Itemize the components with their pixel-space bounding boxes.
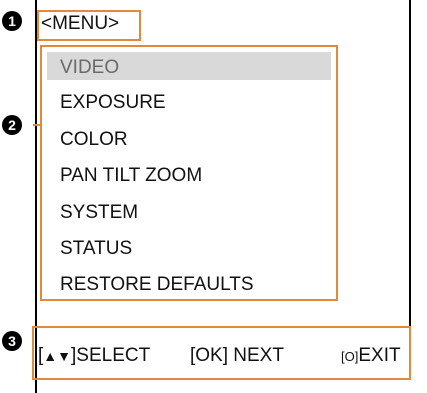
- menu-item-video[interactable]: VIDEO: [60, 57, 119, 79]
- exit-key: [O]: [341, 349, 359, 364]
- menu-title: <MENU>: [41, 13, 120, 34]
- menu-item-status[interactable]: STATUS: [60, 238, 132, 260]
- menu-item-exposure[interactable]: EXPOSURE: [60, 92, 166, 114]
- screen-right-border: [409, 0, 411, 326]
- menu-item-color[interactable]: COLOR: [60, 129, 128, 151]
- menu-item-system[interactable]: SYSTEM: [60, 202, 138, 224]
- exit-label: EXIT: [358, 345, 401, 366]
- footer-exit-hint: [O]EXIT: [341, 345, 401, 368]
- up-down-arrows-icon: ▲▼: [43, 348, 71, 364]
- callout-2: 2: [2, 115, 22, 135]
- menu-list: VIDEO EXPOSURE COLOR PAN TILT ZOOM SYSTE…: [40, 45, 338, 301]
- menu-title-box: <MENU>: [37, 10, 141, 41]
- callout-1: 1: [2, 11, 22, 31]
- footer-select-label: ]SELECT: [71, 345, 151, 366]
- menu-item-restore-defaults[interactable]: RESTORE DEFAULTS: [60, 274, 254, 296]
- callout-3: 3: [2, 331, 22, 351]
- footer-next-hint: [OK] NEXT: [190, 345, 284, 366]
- menu-item-pan-tilt-zoom[interactable]: PAN TILT ZOOM: [60, 165, 202, 187]
- footer-select-hint: [▲▼]SELECT: [38, 345, 150, 367]
